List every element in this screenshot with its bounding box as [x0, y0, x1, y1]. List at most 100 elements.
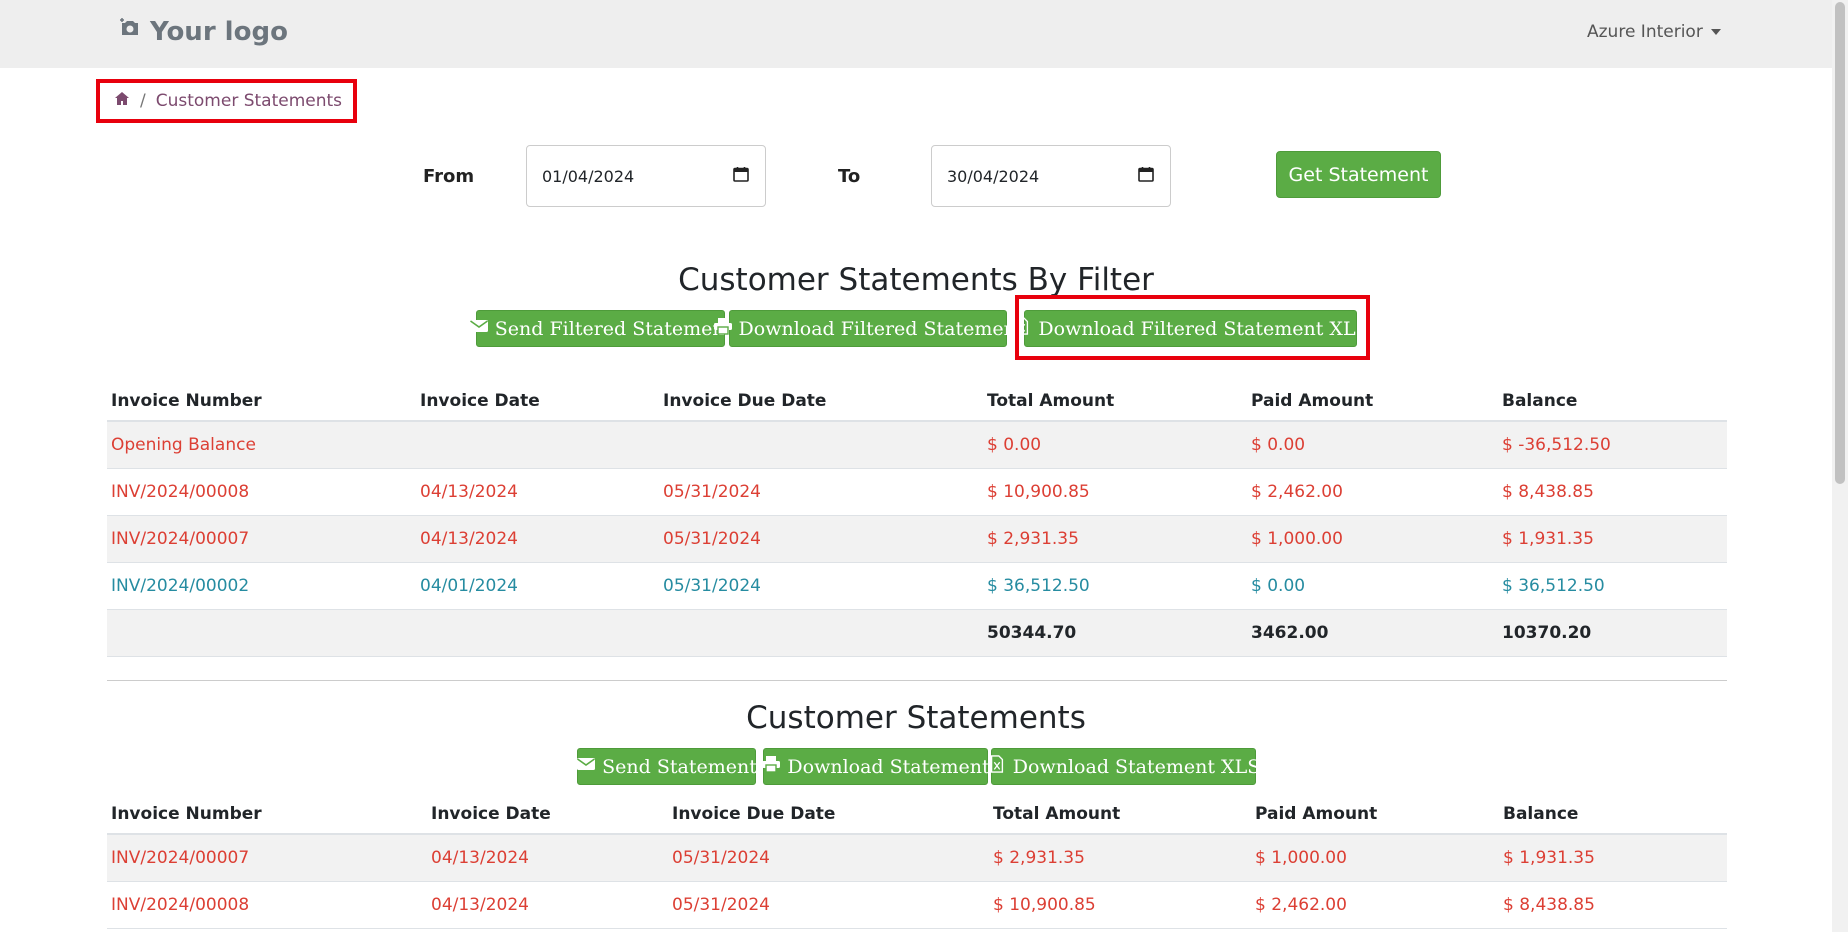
highlight-box [1015, 295, 1370, 360]
column-header: Invoice Due Date [663, 391, 827, 411]
calendar-icon[interactable] [733, 166, 749, 186]
invoice-due-date: 05/31/2024 [663, 482, 761, 502]
envelope-icon [469, 317, 489, 340]
get-statement-button[interactable]: Get Statement [1276, 151, 1441, 198]
download-statement-xls-button[interactable]: Download Statement XLS [990, 748, 1260, 785]
total-amount: $ 0.00 [987, 435, 1042, 455]
balance: $ 36,512.50 [1502, 576, 1605, 596]
column-header: Balance [1502, 391, 1578, 411]
from-date-value: 01/04/2024 [542, 166, 635, 186]
total-amount: $ 36,512.50 [987, 576, 1090, 596]
table-row: INV/2024/00007 04/13/2024 05/31/2024 $ 2… [107, 835, 1727, 882]
send-statement-button[interactable]: Send Statement [576, 748, 757, 785]
column-header: Invoice Date [420, 391, 540, 411]
breadcrumb-separator: / [140, 91, 146, 111]
column-header: Total Amount [993, 804, 1121, 824]
paid-amount: $ 1,000.00 [1255, 848, 1347, 868]
paid-amount: $ 0.00 [1251, 435, 1306, 455]
column-header: Invoice Date [431, 804, 551, 824]
user-name: Azure Interior [1587, 22, 1703, 42]
to-label: To [838, 166, 861, 187]
column-header: Balance [1503, 804, 1579, 824]
invoice-due-date: 05/31/2024 [663, 576, 761, 596]
total-amount: $ 10,900.85 [987, 482, 1090, 502]
invoice-date: 04/13/2024 [431, 895, 529, 915]
envelope-icon [576, 755, 596, 778]
totals-row: 50344.70 3462.00 10370.20 [107, 610, 1727, 657]
invoice-date: 04/13/2024 [420, 482, 518, 502]
section-divider [107, 680, 1727, 681]
download-statement-button[interactable]: Download Statement [761, 748, 990, 785]
column-header: Paid Amount [1251, 391, 1374, 411]
filtered-statement-table: Invoice Number Invoice Date Invoice Due … [107, 382, 1727, 657]
excel-file-icon [987, 755, 1007, 778]
calendar-icon[interactable] [1138, 166, 1154, 186]
balance: $ 8,438.85 [1502, 482, 1594, 502]
column-header: Invoice Due Date [672, 804, 836, 824]
invoice-number[interactable]: INV/2024/00008 [107, 482, 416, 502]
total-amount: $ 2,931.35 [993, 848, 1085, 868]
column-header: Invoice Number [111, 391, 262, 411]
user-dropdown[interactable]: Azure Interior [1587, 22, 1721, 42]
paid-amount-sum: 3462.00 [1251, 623, 1329, 643]
paid-amount: $ 0.00 [1251, 576, 1306, 596]
invoice-number[interactable]: INV/2024/00008 [107, 895, 427, 915]
balance: $ -36,512.50 [1502, 435, 1611, 455]
logo-text: Your logo [150, 16, 288, 47]
download-filtered-statement-label: Download Filtered Statement [738, 317, 1024, 340]
home-icon[interactable] [114, 91, 130, 112]
send-filtered-statement-label: Send Filtered Statement [494, 317, 733, 340]
from-label: From [423, 166, 475, 187]
total-amount-sum: 50344.70 [987, 623, 1077, 643]
table-row: Opening Balance $ 0.00 $ 0.00 $ -36,512.… [107, 422, 1727, 469]
table-header: Invoice Number Invoice Date Invoice Due … [107, 382, 1727, 422]
send-filtered-statement-button[interactable]: Send Filtered Statement [469, 310, 732, 347]
download-filtered-statement-button[interactable]: Download Filtered Statement [713, 310, 1023, 347]
paid-amount: $ 2,462.00 [1255, 895, 1347, 915]
table-row: INV/2024/00002 04/01/2024 05/31/2024 $ 3… [107, 563, 1727, 610]
table-header: Invoice Number Invoice Date Invoice Due … [107, 795, 1727, 835]
logo[interactable]: Your logo [118, 16, 288, 47]
balance-sum: 10370.20 [1502, 623, 1592, 643]
column-header: Invoice Number [111, 804, 262, 824]
total-amount: $ 10,900.85 [993, 895, 1096, 915]
filtered-section-title: Customer Statements By Filter [678, 262, 1154, 298]
all-section-title: Customer Statements [746, 700, 1086, 736]
invoice-date: 04/01/2024 [420, 576, 518, 596]
camera-icon [118, 16, 142, 47]
scrollbar-thumb[interactable] [1835, 2, 1845, 484]
breadcrumb-current: Customer Statements [155, 91, 343, 111]
to-date-value: 30/04/2024 [947, 166, 1040, 186]
download-statement-label: Download Statement [787, 755, 990, 778]
balance: $ 8,438.85 [1503, 895, 1595, 915]
balance: $ 1,931.35 [1503, 848, 1595, 868]
breadcrumb: / Customer Statements [96, 79, 357, 123]
print-icon [761, 755, 781, 778]
top-navbar: Your logo Azure Interior [0, 0, 1832, 68]
send-statement-label: Send Statement [602, 755, 757, 778]
invoice-date: 04/13/2024 [420, 529, 518, 549]
total-amount: $ 2,931.35 [987, 529, 1079, 549]
invoice-due-date: 05/31/2024 [672, 848, 770, 868]
column-header: Total Amount [987, 391, 1115, 411]
table-row: INV/2024/00007 04/13/2024 05/31/2024 $ 2… [107, 516, 1727, 563]
from-date-input[interactable]: 01/04/2024 [526, 145, 766, 207]
invoice-number[interactable]: Opening Balance [107, 435, 416, 455]
invoice-date: 04/13/2024 [431, 848, 529, 868]
paid-amount: $ 2,462.00 [1251, 482, 1343, 502]
table-row: INV/2024/00008 04/13/2024 05/31/2024 $ 1… [107, 469, 1727, 516]
print-icon [713, 317, 733, 340]
balance: $ 1,931.35 [1502, 529, 1594, 549]
invoice-number[interactable]: INV/2024/00002 [107, 576, 416, 596]
download-statement-xls-label: Download Statement XLS [1012, 755, 1261, 778]
to-date-input[interactable]: 30/04/2024 [931, 145, 1171, 207]
chevron-down-icon [1710, 29, 1721, 35]
invoice-due-date: 05/31/2024 [663, 529, 761, 549]
all-statement-table: Invoice Number Invoice Date Invoice Due … [107, 795, 1727, 929]
column-header: Paid Amount [1255, 804, 1378, 824]
invoice-number[interactable]: INV/2024/00007 [107, 529, 416, 549]
table-row: INV/2024/00008 04/13/2024 05/31/2024 $ 1… [107, 882, 1727, 929]
paid-amount: $ 1,000.00 [1251, 529, 1343, 549]
invoice-number[interactable]: INV/2024/00007 [107, 848, 427, 868]
invoice-due-date: 05/31/2024 [672, 895, 770, 915]
